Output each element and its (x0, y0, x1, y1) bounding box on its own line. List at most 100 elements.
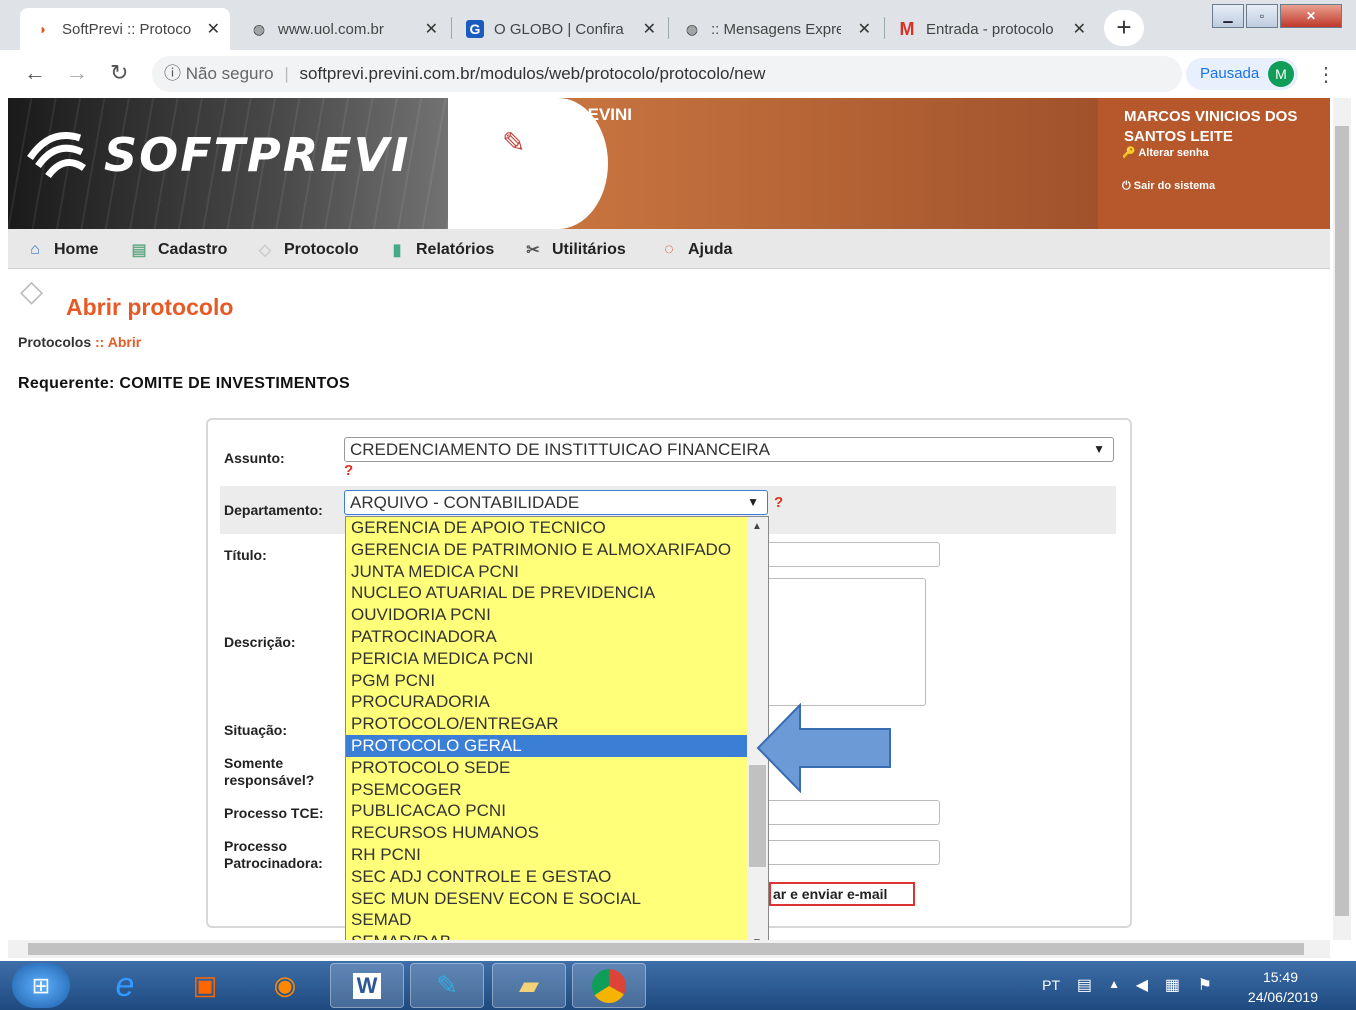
avatar[interactable]: M (1268, 61, 1294, 87)
titulo-input[interactable] (760, 542, 940, 567)
tab-title: SoftPrevi :: Protoco (62, 20, 192, 38)
info-icon[interactable]: ⓘ (164, 64, 181, 83)
house-icon: ⌂ (30, 241, 40, 258)
help-icon[interactable]: ? (774, 494, 783, 511)
processo-patrocinadora-input[interactable] (760, 840, 940, 865)
reload-icon[interactable]: ↻ (110, 60, 128, 86)
breadcrumb-parent[interactable]: Protocolos (18, 334, 91, 350)
minimize-button[interactable]: ▁ (1212, 4, 1244, 28)
keyboard-icon[interactable]: ▤ (1077, 975, 1092, 995)
menu-home[interactable]: ⌂ Home (24, 239, 98, 261)
dropdown-option[interactable]: SEC ADJ CONTROLE E GESTAO (346, 866, 768, 888)
taskbar-paint[interactable]: ✎ (410, 963, 484, 1008)
forward-icon[interactable]: → (66, 60, 88, 86)
tab-softprevi[interactable]: ◗ SoftPrevi :: Protoco ✕ (20, 8, 230, 50)
dropdown-option[interactable]: SEC MUN DESENV ECON E SOCIAL (346, 888, 768, 910)
user-panel: MARCOS VINICIOS DOS SANTOS LEITE 🔑 Alter… (1098, 98, 1330, 229)
maximize-button[interactable]: ▫ (1246, 4, 1278, 28)
change-password-label: Alterar senha (1138, 147, 1209, 159)
close-icon[interactable]: ✕ (207, 19, 220, 39)
menu-label: Ajuda (688, 241, 733, 258)
departamento-select[interactable]: ARQUIVO - CONTABILIDADE ▼ (344, 490, 768, 515)
taskbar-word[interactable]: W (330, 963, 404, 1008)
descricao-textarea[interactable] (760, 578, 926, 706)
tab-gmail[interactable]: M Entrada - protocolo ✕ (884, 8, 1096, 50)
close-icon[interactable]: ✕ (643, 19, 656, 39)
scroll-thumb[interactable] (1335, 126, 1349, 916)
network-icon[interactable]: ▦ (1165, 975, 1180, 995)
chrome-icon (592, 968, 626, 1003)
menu-relatorios[interactable]: ▮ Relatórios (386, 239, 495, 261)
menu-dots-icon[interactable]: ⋮ (1316, 62, 1336, 87)
address-bar[interactable]: ⓘ Não seguro | softprevi.previni.com.br/… (152, 56, 1182, 92)
dropdown-option[interactable]: PATROCINADORA (346, 626, 768, 648)
security-status: Não seguro (185, 64, 274, 83)
volume-icon[interactable]: ◀ (1136, 975, 1148, 995)
dropdown-option[interactable]: PROTOCOLO SEDE (346, 757, 768, 779)
tab-uol[interactable]: ◍ www.uol.com.br ✕ (236, 8, 448, 50)
window-close-button[interactable]: ✕ (1280, 4, 1342, 28)
dropdown-option[interactable]: GERENCIA DE PATRIMONIO E ALMOXARIFADO (346, 539, 768, 561)
close-icon[interactable]: ✕ (858, 19, 871, 39)
dropdown-option[interactable]: OUVIDORIA PCNI (346, 604, 768, 626)
processo-tce-input[interactable] (760, 800, 940, 825)
departamento-dropdown-list[interactable]: GERENCIA DE APOIO TECNICO GERENCIA DE PA… (345, 516, 769, 953)
dropdown-option[interactable]: GERENCIA DE APOIO TECNICO (346, 517, 768, 539)
tray-expand-icon[interactable]: ▲ (1108, 977, 1120, 991)
taskbar-firefox[interactable]: ◉ (248, 963, 322, 1008)
logout-link[interactable]: ⏻ Sair do sistema (1122, 180, 1215, 193)
dropdown-option[interactable]: PSEMCOGER (346, 779, 768, 801)
tools-icon: ✂ (526, 242, 540, 259)
dropdown-option[interactable]: RH PCNI (346, 844, 768, 866)
tab-oglobo[interactable]: G O GLOBO | Confira ✕ (452, 8, 666, 50)
menu-label: Protocolo (284, 241, 359, 258)
menu-ajuda[interactable]: ◌ Ajuda (658, 239, 732, 261)
scroll-up-icon[interactable]: ▲ (752, 521, 762, 532)
tab-title: Entrada - protocolo (926, 20, 1054, 38)
chevron-down-icon: ▼ (747, 495, 759, 509)
tab-mensagens[interactable]: ◍ :: Mensagens Expre ✕ (669, 8, 881, 50)
taskbar-chrome[interactable] (572, 963, 646, 1008)
action-center-flag-icon[interactable]: ⚑ (1198, 975, 1212, 995)
start-button[interactable]: ⊞ (12, 963, 70, 1008)
dropdown-option[interactable]: SEMAD (346, 909, 768, 931)
close-icon[interactable]: ✕ (425, 19, 438, 39)
site-banner: SOFTPREVI ✎ PREVINI MARCOS VINICIOS DOS … (8, 98, 1330, 229)
dropdown-option[interactable]: JUNTA MEDICA PCNI (346, 561, 768, 583)
new-tab-button[interactable]: + (1104, 10, 1144, 46)
clock-date[interactable]: 24/06/2019 (1248, 989, 1318, 1005)
clock-time[interactable]: 15:49 (1263, 969, 1298, 985)
dropdown-option[interactable]: RECURSOS HUMANOS (346, 822, 768, 844)
page-scrollbar[interactable] (1333, 98, 1351, 940)
help-icon[interactable]: ? (344, 462, 353, 479)
back-icon[interactable]: ← (24, 60, 46, 86)
descricao-label: Descrição: (224, 634, 296, 650)
menu-label: Cadastro (158, 241, 228, 258)
taskbar-media[interactable]: ▣ (168, 963, 242, 1008)
lifebuoy-icon: ◌ (664, 241, 674, 258)
dropdown-option-highlighted[interactable]: PROTOCOLO GERAL (346, 734, 747, 757)
save-and-email-button[interactable]: ar e enviar e-mail (769, 882, 915, 906)
menu-label: Home (54, 241, 99, 258)
change-password-link[interactable]: 🔑 Alterar senha (1122, 146, 1209, 159)
taskbar-explorer[interactable]: ▰ (492, 963, 566, 1008)
dropdown-option[interactable]: PROTOCOLO/ENTREGAR (346, 713, 768, 735)
dropdown-option[interactable]: NUCLEO ATUARIAL DE PREVIDENCIA (346, 582, 768, 604)
protocol-page-icon: ◇ (20, 275, 44, 308)
scroll-thumb[interactable] (28, 943, 1304, 955)
g-icon: G (466, 20, 484, 38)
dropdown-option[interactable]: PROCURADORIA (346, 691, 768, 713)
dropdown-option[interactable]: PGM PCNI (346, 670, 768, 692)
close-icon[interactable]: ✕ (1073, 19, 1086, 39)
pin-icon: ✎ (502, 127, 526, 158)
internet-explorer-icon: e (115, 966, 135, 1004)
taskbar-ie[interactable]: e (88, 963, 162, 1008)
language-indicator[interactable]: PT (1042, 977, 1060, 993)
dropdown-option[interactable]: PERICIA MEDICA PCNI (346, 648, 768, 670)
dropdown-option[interactable]: PUBLICACAO PCNI (346, 800, 768, 822)
menu-protocolo[interactable]: ◇ Protocolo (254, 239, 359, 261)
assunto-select[interactable]: CREDENCIAMENTO DE INSTITTUICAO FINANCEIR… (344, 437, 1114, 462)
menu-cadastro[interactable]: ▤ Cadastro (128, 239, 227, 261)
horizontal-scrollbar[interactable] (8, 940, 1330, 958)
menu-utilitarios[interactable]: ✂ Utilitários (522, 239, 626, 261)
